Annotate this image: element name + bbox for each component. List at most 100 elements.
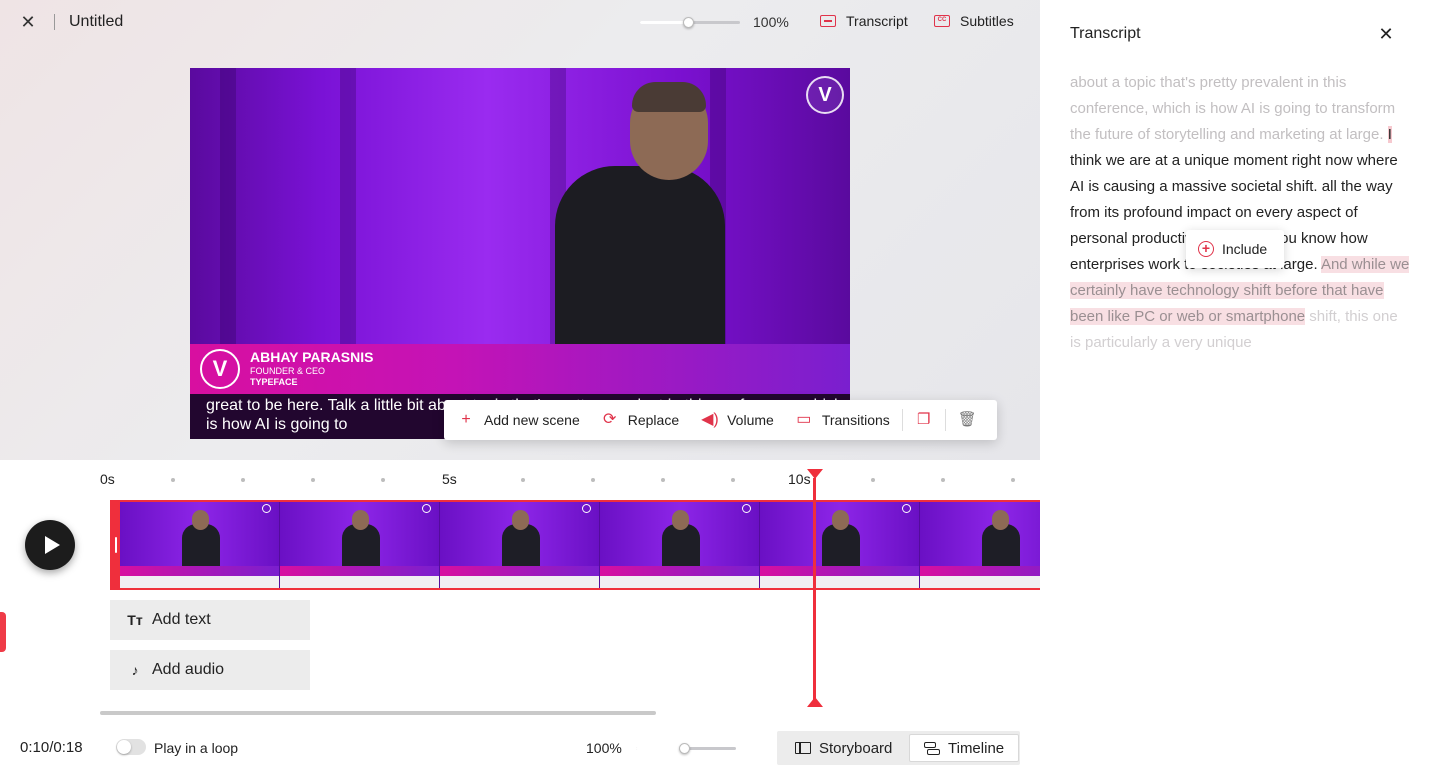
text-icon: Tт bbox=[127, 612, 143, 628]
thumb-lower-third bbox=[120, 566, 279, 576]
transcript-panel: Transcript ✕ about a topic that's pretty… bbox=[1040, 0, 1440, 780]
ruler-tick bbox=[521, 478, 525, 482]
video-clip-strip[interactable] bbox=[110, 500, 1040, 590]
thumb-speaker bbox=[822, 524, 860, 570]
add-new-scene-label: Add new scene bbox=[484, 412, 580, 428]
thumb-speaker-head bbox=[512, 510, 529, 530]
thumb-logo bbox=[902, 504, 911, 513]
replace-icon: ⟳ bbox=[603, 411, 617, 428]
ruler-label-5s: 5s bbox=[442, 471, 457, 487]
clip-thumbnail bbox=[120, 502, 280, 588]
thumb-logo bbox=[742, 504, 751, 513]
thumb-logo bbox=[422, 504, 431, 513]
timeline-scrollbar[interactable] bbox=[100, 711, 656, 715]
duplicate-icon[interactable]: ❐ bbox=[915, 411, 933, 429]
ruler-tick bbox=[731, 478, 735, 482]
playhead[interactable] bbox=[813, 478, 816, 702]
transitions-icon: ▭ bbox=[796, 411, 812, 428]
transcript-excluded-text[interactable]: about a topic that's pretty prevalent in… bbox=[1070, 74, 1395, 143]
thumb-logo bbox=[262, 504, 271, 513]
clip-trim-handle[interactable] bbox=[112, 502, 120, 588]
timeline-zoom-slider[interactable] bbox=[636, 738, 738, 756]
transcript-button[interactable]: Transcript bbox=[820, 13, 908, 29]
lower-third-logo: V bbox=[200, 349, 240, 389]
timeline-zoom-label: 100% bbox=[586, 740, 622, 756]
playhead-top-marker[interactable] bbox=[807, 469, 823, 479]
zoom-fill bbox=[636, 747, 684, 750]
thumb-caption bbox=[120, 576, 279, 588]
add-text-button[interactable]: Tт Add text bbox=[110, 600, 310, 640]
project-title[interactable]: Untitled bbox=[69, 13, 123, 31]
volume-label: Volume bbox=[727, 412, 774, 428]
thumb-speaker bbox=[982, 524, 1020, 570]
time-readout: 0:10/0:18 bbox=[20, 739, 83, 756]
timeline-label: Timeline bbox=[948, 739, 1005, 757]
loop-toggle[interactable] bbox=[116, 739, 146, 755]
transcript-text[interactable]: about a topic that's pretty prevalent in… bbox=[1070, 70, 1410, 356]
volume-icon: ◀) bbox=[701, 411, 719, 428]
transitions-label: Transitions bbox=[821, 412, 890, 428]
loop-label: Play in a loop bbox=[154, 740, 239, 756]
volume-button[interactable]: ◀) Volume bbox=[701, 411, 774, 429]
include-button[interactable]: + Include bbox=[1186, 230, 1284, 268]
timeline-button[interactable]: Timeline bbox=[909, 734, 1020, 762]
zoom-slider-knob[interactable] bbox=[683, 17, 694, 28]
thumb-caption bbox=[600, 576, 759, 588]
thumb-speaker-head bbox=[992, 510, 1009, 530]
speaker-company: TYPEFACE bbox=[250, 377, 298, 387]
transcript-panel-title: Transcript bbox=[1070, 25, 1141, 42]
ruler-tick bbox=[941, 478, 945, 482]
play-button[interactable] bbox=[25, 520, 75, 570]
add-new-scene-button[interactable]: + Add new scene bbox=[458, 411, 580, 429]
subtitles-icon: CC bbox=[934, 15, 950, 27]
thumb-speaker bbox=[182, 524, 220, 570]
subtitles-button[interactable]: CC Subtitles bbox=[934, 13, 1014, 29]
transcript-icon bbox=[820, 15, 836, 27]
storyboard-button[interactable]: Storyboard bbox=[781, 734, 906, 762]
preview-zoom-slider[interactable] bbox=[640, 12, 742, 32]
transitions-button[interactable]: ▭ Transitions bbox=[796, 411, 890, 429]
preview-zoom-label: 100% bbox=[753, 14, 789, 30]
thumb-speaker bbox=[502, 524, 540, 570]
playhead-bottom-marker[interactable] bbox=[807, 697, 823, 707]
subtitles-button-label: Subtitles bbox=[960, 13, 1014, 29]
ruler-label-0s: 0s bbox=[100, 471, 115, 487]
storyboard-icon bbox=[795, 742, 811, 754]
clip-thumbnail bbox=[600, 502, 760, 588]
trash-icon[interactable]: 🗑 bbox=[958, 411, 977, 429]
speaker-name: ABHAY PARASNIS bbox=[250, 349, 374, 365]
clip-thumbnail bbox=[760, 502, 920, 588]
include-label: Include bbox=[1222, 241, 1268, 257]
replace-button[interactable]: ⟳ Replace bbox=[602, 411, 679, 429]
side-tab-handle[interactable] bbox=[0, 612, 6, 652]
close-icon[interactable]: ✕ bbox=[18, 12, 38, 32]
thumb-lower-third bbox=[440, 566, 599, 576]
close-icon[interactable]: ✕ bbox=[1376, 24, 1396, 44]
view-switch: Storyboard Timeline bbox=[777, 731, 1020, 765]
ruler-tick bbox=[241, 478, 245, 482]
thumb-lower-third bbox=[920, 566, 1040, 576]
thumb-lower-third bbox=[600, 566, 759, 576]
thumb-speaker bbox=[342, 524, 380, 570]
storyboard-label: Storyboard bbox=[819, 739, 893, 757]
video-preview[interactable]: V V ABHAY PARASNIS FOUNDER & CEO TYPEFAC… bbox=[190, 68, 850, 439]
add-audio-label: Add audio bbox=[152, 661, 225, 678]
clip-thumbnail bbox=[920, 502, 1040, 588]
brand-logo: V bbox=[806, 76, 844, 114]
plus-icon: + bbox=[461, 411, 471, 428]
clip-thumbnail bbox=[440, 502, 600, 588]
zoom-slider-knob[interactable] bbox=[679, 743, 690, 754]
thumb-caption bbox=[440, 576, 599, 588]
thumb-caption bbox=[920, 576, 1040, 588]
add-audio-button[interactable]: ♪ Add audio bbox=[110, 650, 310, 690]
thumb-lower-third bbox=[280, 566, 439, 576]
ruler-tick bbox=[381, 478, 385, 482]
zoom-fill bbox=[640, 21, 688, 24]
add-text-label: Add text bbox=[152, 611, 211, 628]
transcript-cursor[interactable]: I bbox=[1387, 126, 1392, 143]
thumb-speaker bbox=[662, 524, 700, 570]
preview-stage: ✕ Untitled 100% Transcript CC Subtitles … bbox=[0, 0, 1040, 460]
toolbar-divider bbox=[944, 409, 946, 431]
toolbar-divider bbox=[901, 409, 903, 431]
ruler-tick bbox=[871, 478, 875, 482]
